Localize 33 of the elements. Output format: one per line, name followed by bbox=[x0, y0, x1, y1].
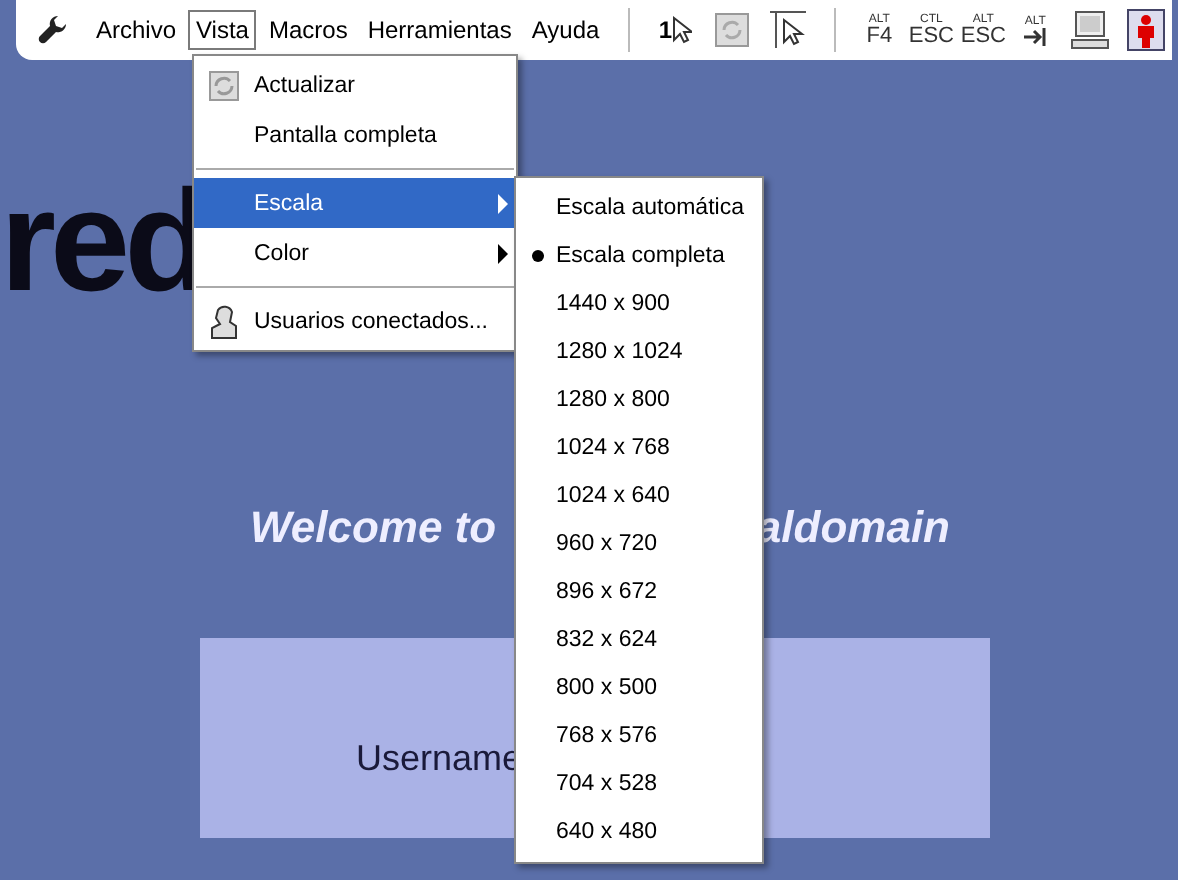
menu-option[interactable]: 960 x 720 bbox=[516, 520, 762, 568]
menu-option[interactable]: 640 x 480 bbox=[516, 808, 762, 856]
menu-option[interactable]: 1280 x 800 bbox=[516, 376, 762, 424]
cursor-icon[interactable] bbox=[765, 8, 810, 52]
menu-option[interactable]: 1280 x 1024 bbox=[516, 328, 762, 376]
menu-option[interactable]: Usuarios conectados... bbox=[194, 296, 516, 346]
menu-option[interactable]: 1440 x 900 bbox=[516, 280, 762, 328]
menu-item[interactable]: Ayuda bbox=[523, 10, 608, 50]
menu-option[interactable]: Escala bbox=[194, 178, 516, 228]
wrench-icon[interactable] bbox=[36, 14, 68, 46]
menu-option[interactable]: 1024 x 768 bbox=[516, 424, 762, 472]
computer-icon[interactable] bbox=[1067, 8, 1112, 52]
tab-arrow-icon bbox=[1023, 27, 1048, 45]
welcome-text: Welcome to bbox=[250, 502, 497, 554]
menu-option[interactable]: 832 x 624 bbox=[516, 616, 762, 664]
menu-option[interactable]: Pantalla completa bbox=[194, 110, 516, 160]
menu-item[interactable]: Archivo bbox=[88, 10, 185, 50]
cursor-number-button[interactable]: 1 bbox=[653, 8, 698, 52]
person-icon[interactable] bbox=[1123, 8, 1168, 52]
menu-option[interactable]: Escala automática bbox=[516, 184, 762, 232]
menu-option[interactable]: Actualizar bbox=[194, 60, 516, 110]
menu-option[interactable]: 800 x 500 bbox=[516, 664, 762, 712]
menu-option[interactable]: 896 x 672 bbox=[516, 568, 762, 616]
menu-option[interactable]: 1024 x 640 bbox=[516, 472, 762, 520]
menu-item[interactable]: Macros bbox=[260, 10, 356, 50]
user-bust-icon bbox=[208, 303, 240, 339]
cursor-icon bbox=[672, 16, 693, 44]
refresh-icon bbox=[208, 69, 240, 101]
menu-item[interactable]: Herramientas bbox=[359, 10, 520, 50]
menu-option[interactable]: Escala completa bbox=[516, 232, 762, 280]
menu-item[interactable]: Vista bbox=[188, 10, 257, 50]
welcome-text: aldomain bbox=[756, 502, 950, 554]
refresh-icon[interactable] bbox=[709, 8, 754, 52]
